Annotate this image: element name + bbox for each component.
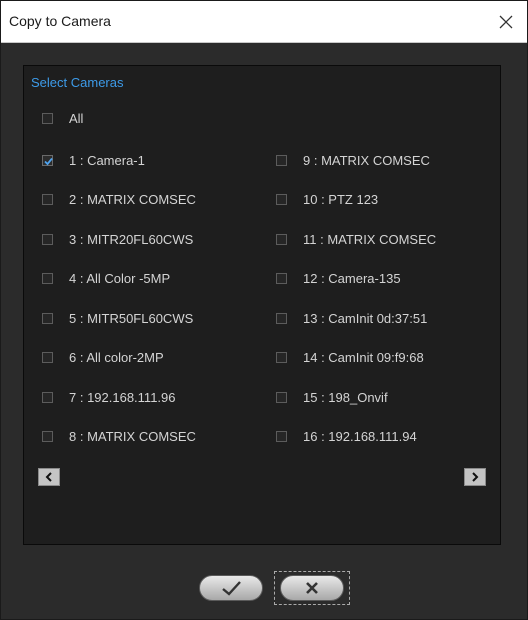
dialog-title: Copy to Camera — [9, 13, 111, 29]
camera-checkbox-item[interactable]: 15 : 198_Onvif — [276, 387, 388, 407]
checkbox-box[interactable] — [276, 233, 287, 245]
camera-checkbox-item[interactable]: 6 : All color-2MP — [42, 348, 164, 368]
camera-label: 6 : All color-2MP — [69, 350, 164, 365]
checkmark-icon — [222, 581, 241, 596]
checkbox-all[interactable]: All — [42, 108, 83, 128]
camera-checkbox-item[interactable]: 1 : Camera-1 — [42, 150, 145, 170]
camera-label: 13 : CamInit 0d:37:51 — [303, 310, 428, 326]
checkbox-box[interactable] — [42, 391, 53, 403]
camera-checkbox-item[interactable]: 9 : MATRIX COMSEC — [276, 150, 430, 170]
scroll-right-button[interactable] — [464, 468, 486, 486]
checkbox-box[interactable] — [276, 154, 287, 166]
camera-label: 8 : MATRIX COMSEC — [69, 429, 196, 444]
camera-checkbox-item[interactable]: 2 : MATRIX COMSEC — [42, 190, 196, 210]
checkbox-box[interactable] — [42, 431, 53, 442]
checkbox-box[interactable] — [276, 431, 287, 442]
section-label: Select Cameras — [31, 75, 124, 90]
camera-checkbox-item[interactable]: 4 : All Color -5MP — [42, 269, 170, 289]
copy-to-camera-dialog: Copy to Camera Select Cameras All 1 : Ca… — [0, 0, 528, 620]
camera-label: 11 : MATRIX COMSEC — [303, 231, 437, 247]
camera-checkbox-item[interactable]: 14 : CamInit 09:f9:68 — [276, 348, 424, 368]
camera-checkbox-item[interactable]: 12 : Camera-135 — [276, 269, 401, 289]
camera-checkbox-item[interactable]: 3 : MITR20FL60CWS — [42, 229, 193, 249]
camera-label: 16 : 192.168.111.94 — [303, 429, 417, 444]
checkbox-label: All — [69, 110, 84, 126]
chevron-right-icon — [472, 472, 479, 482]
camera-checkbox-item[interactable]: 10 : PTZ 123 — [276, 190, 378, 210]
camera-label: 9 : MATRIX COMSEC — [303, 152, 430, 168]
camera-label: 7 : 192.168.111.96 — [69, 389, 176, 405]
title-bar: Copy to Camera — [1, 1, 527, 43]
camera-label: 12 : Camera-135 — [303, 271, 401, 286]
camera-label: 14 : CamInit 09:f9:68 — [303, 350, 424, 365]
camera-checkbox-item[interactable]: 16 : 192.168.111.94 — [276, 427, 417, 447]
close-button[interactable] — [491, 7, 521, 37]
checkbox-box[interactable] — [276, 194, 287, 205]
cancel-button[interactable] — [280, 575, 344, 601]
camera-checkbox-item[interactable]: 8 : MATRIX COMSEC — [42, 427, 196, 447]
camera-checkbox-item[interactable]: 5 : MITR50FL60CWS — [42, 308, 193, 328]
x-icon — [306, 582, 318, 594]
camera-label: 4 : All Color -5MP — [69, 271, 171, 286]
ok-button[interactable] — [199, 575, 263, 601]
chevron-left-icon — [45, 472, 52, 482]
checkbox-box[interactable] — [42, 352, 53, 363]
checkmark-icon — [44, 157, 53, 165]
scroll-left-button[interactable] — [38, 468, 60, 486]
camera-label: 3 : MITR20FL60CWS — [69, 231, 194, 247]
checkbox-box[interactable] — [276, 312, 287, 324]
camera-selection-panel: Select Cameras All 1 : Camera-1 2 : MATRI… — [23, 65, 501, 545]
checkbox-box[interactable] — [42, 194, 53, 205]
checkbox-box[interactable] — [42, 233, 53, 245]
checkbox-box[interactable] — [276, 273, 287, 284]
close-icon — [499, 15, 513, 29]
camera-label: 5 : MITR50FL60CWS — [69, 310, 194, 326]
camera-label: 2 : MATRIX COMSEC — [69, 192, 196, 207]
camera-label: 15 : 198_Onvif — [303, 389, 388, 405]
camera-label: 1 : Camera-1 — [69, 152, 145, 168]
checkbox-box[interactable] — [276, 391, 287, 403]
checkbox-box[interactable] — [276, 352, 287, 363]
camera-label: 10 : PTZ 123 — [303, 192, 379, 207]
checkbox-box[interactable] — [42, 112, 53, 124]
camera-checkbox-item[interactable]: 7 : 192.168.111.96 — [42, 387, 176, 407]
checkbox-box[interactable] — [42, 273, 53, 284]
camera-checkbox-item[interactable]: 11 : MATRIX COMSEC — [276, 229, 436, 249]
checkbox-box[interactable] — [42, 312, 53, 324]
checkbox-checked[interactable] — [42, 154, 53, 166]
camera-checkbox-item[interactable]: 13 : CamInit 0d:37:51 — [276, 308, 427, 328]
